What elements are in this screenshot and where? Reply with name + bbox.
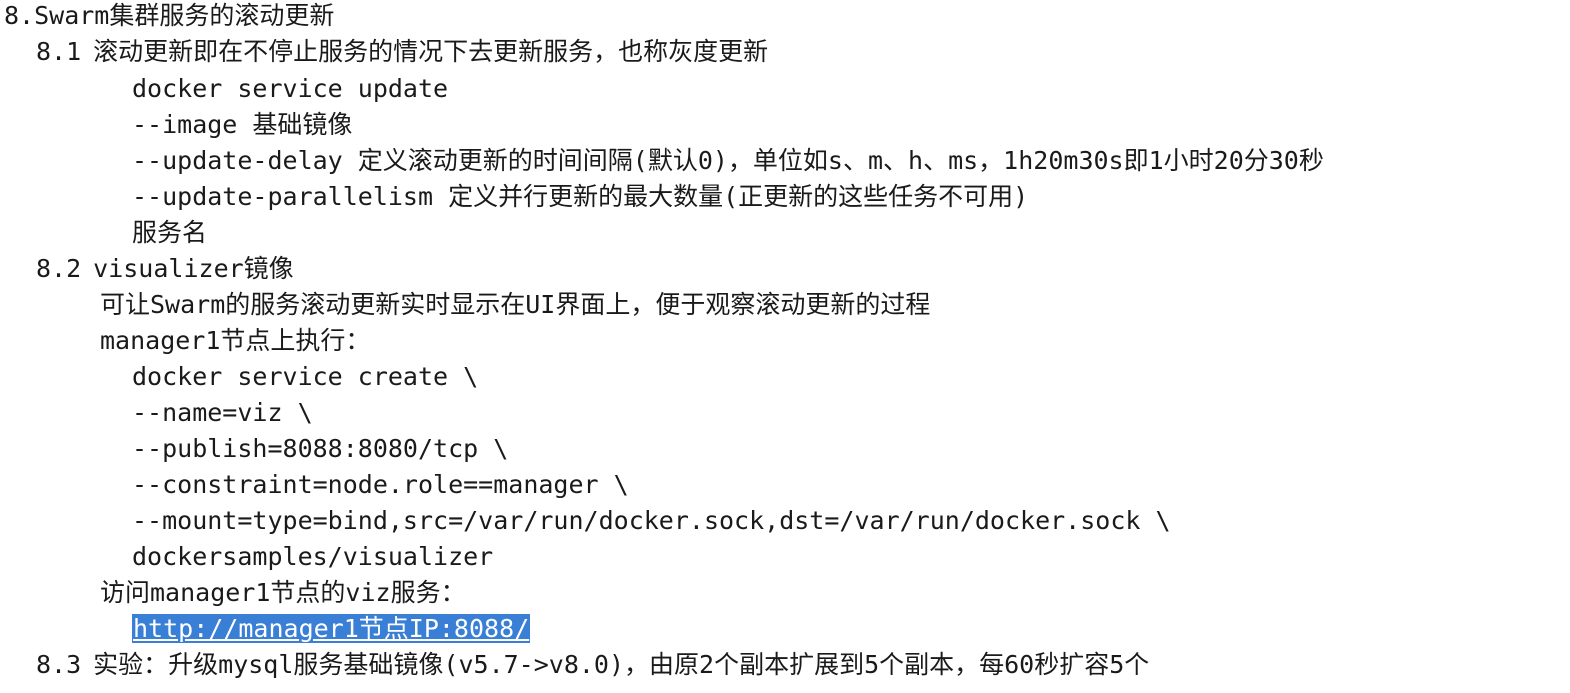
- code-line: --update-delay 定义滚动更新的时间间隔(默认0)，单位如s、m、h…: [132, 146, 1324, 175]
- access-label: 访问manager1节点的viz服务：: [100, 578, 466, 607]
- code-line: --constraint=node.role==manager \: [132, 470, 629, 499]
- code-line: --update-parallelism 定义并行更新的最大数量(正更新的这些任…: [132, 182, 1029, 211]
- section-heading-text: 滚动更新即在不停止服务的情况下去更新服务，也称灰度更新: [93, 37, 769, 66]
- section-8-2-heading: 8.2 visualizer镜像: [36, 251, 294, 287]
- section-heading-text: 实验：升级mysql服务基础镜像(v5.7->v8.0)，由原2个副本扩展到5个…: [93, 650, 1150, 679]
- code-line: --image 基础镜像: [132, 110, 353, 139]
- code-line: docker service create \: [132, 362, 479, 391]
- section-8-3-heading: 8.3 实验：升级mysql服务基础镜像(v5.7->v8.0)，由原2个副本扩展…: [36, 647, 1149, 683]
- run-on-label: manager1节点上执行：: [100, 326, 371, 355]
- section-heading-text: visualizer镜像: [93, 254, 294, 283]
- access-url-link[interactable]: http://manager1节点IP:8088/: [132, 614, 531, 643]
- section-number: 8.2: [36, 254, 82, 283]
- section-number: 8.3: [36, 650, 82, 679]
- document-page: 8.Swarm集群服务的滚动更新 8.1 滚动更新即在不停止服务的情况下去更新服务…: [0, 0, 1570, 693]
- access-url-row: http://manager1节点IP:8088/: [132, 611, 531, 647]
- section-8-1-heading: 8.1 滚动更新即在不停止服务的情况下去更新服务，也称灰度更新: [36, 34, 768, 70]
- description-text: 可让Swarm的服务滚动更新实时显示在UI界面上，便于观察滚动更新的过程: [100, 290, 931, 319]
- code-line: dockersamples/visualizer: [132, 542, 494, 571]
- code-line: 服务名: [132, 218, 208, 247]
- section-number: 8.1: [36, 37, 82, 66]
- code-line: --publish=8088:8080/tcp \: [132, 434, 509, 463]
- code-line: docker service update: [132, 74, 449, 103]
- code-line: --name=viz \: [132, 398, 313, 427]
- code-line: --mount=type=bind,src=/var/run/docker.so…: [132, 506, 1171, 535]
- page-title: 8.Swarm集群服务的滚动更新: [4, 1, 335, 30]
